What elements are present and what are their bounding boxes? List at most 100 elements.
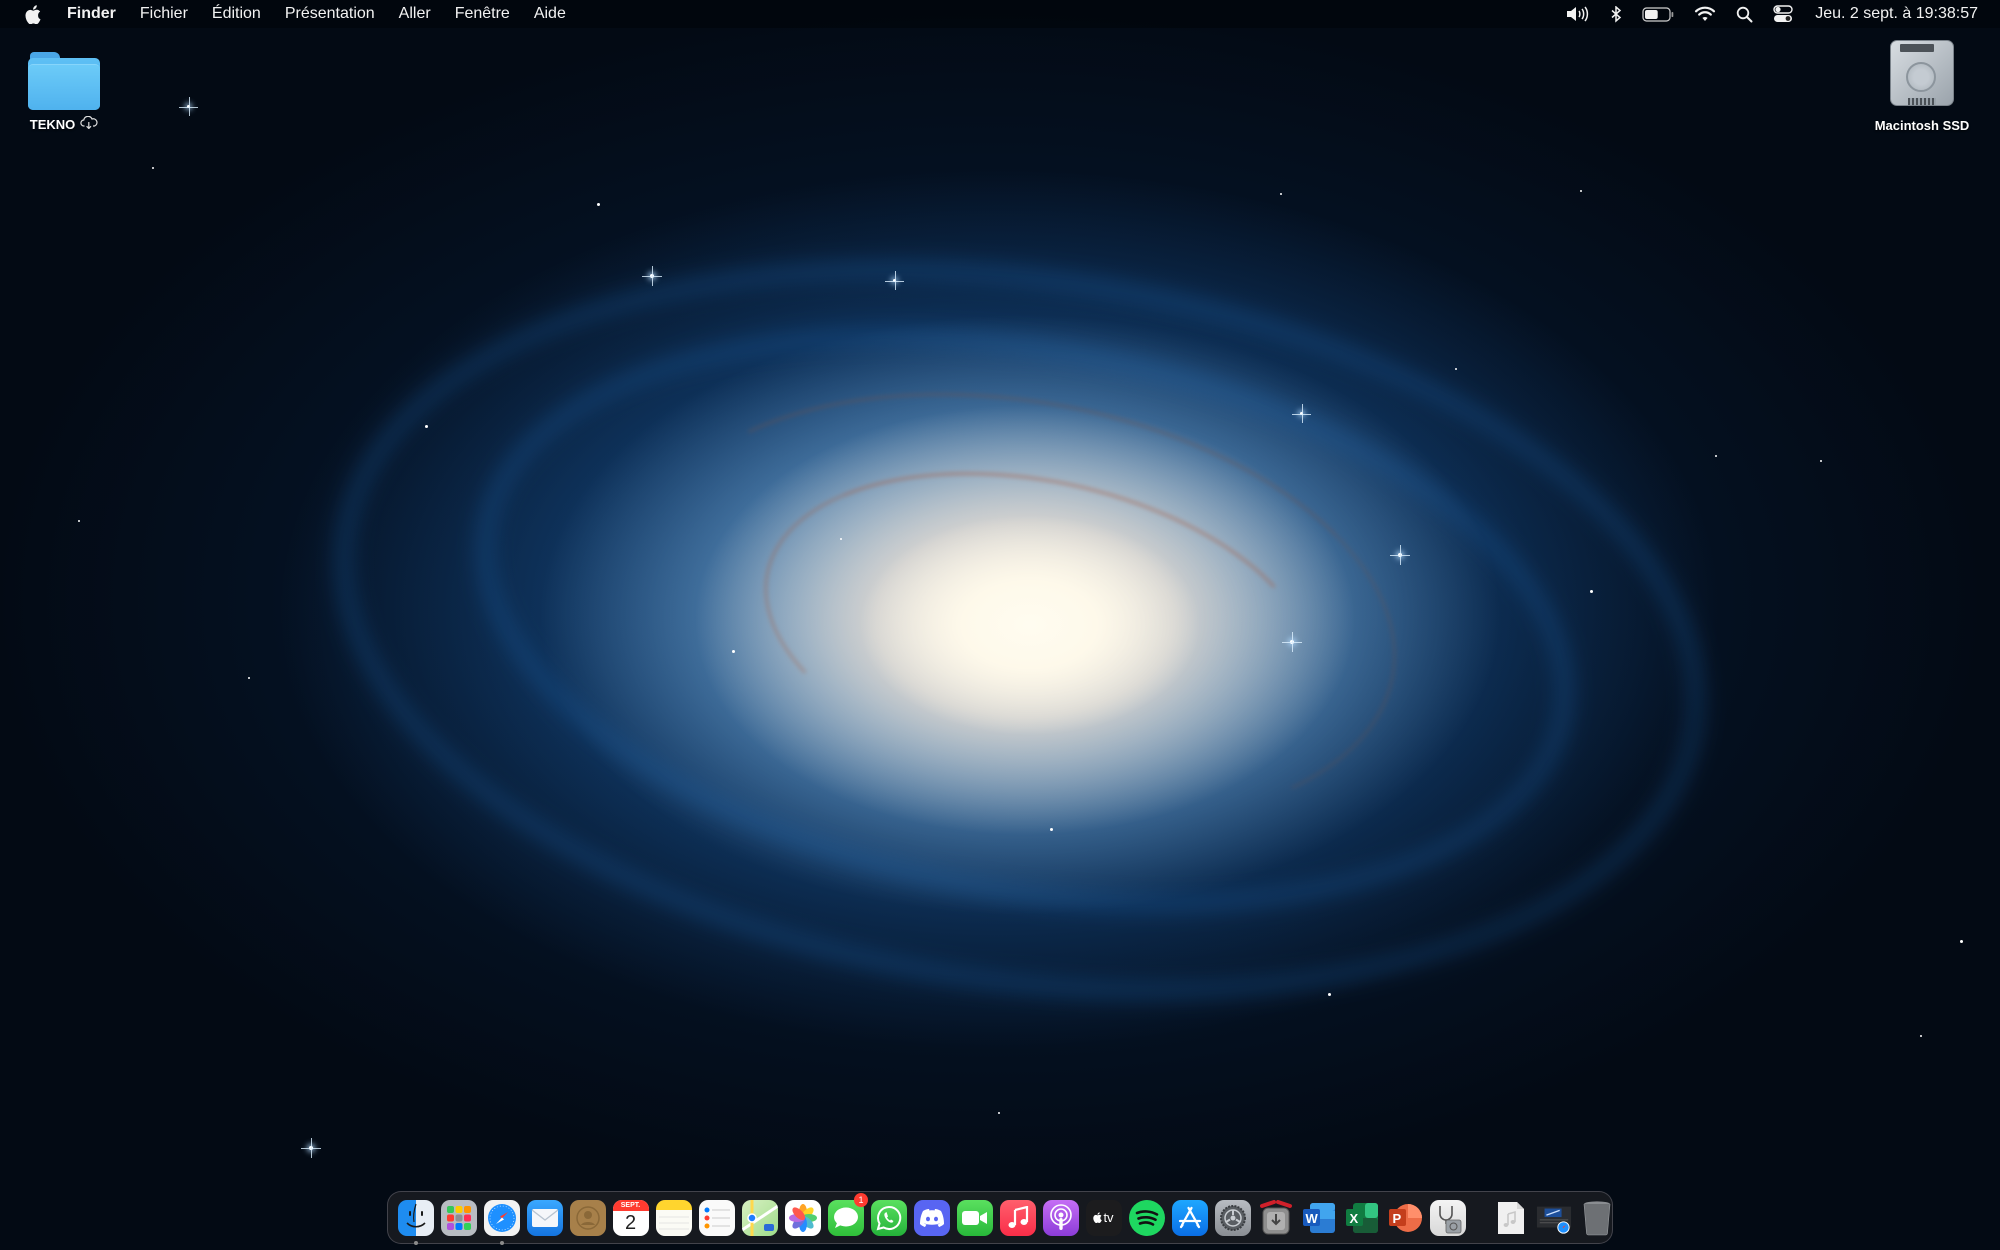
notes-icon bbox=[655, 1199, 692, 1236]
dock-item-maps[interactable] bbox=[738, 1196, 781, 1239]
dock-item-trash[interactable] bbox=[1575, 1196, 1618, 1239]
star bbox=[998, 1112, 1000, 1114]
star bbox=[1292, 404, 1311, 423]
star bbox=[732, 650, 735, 653]
star bbox=[597, 203, 600, 206]
dock-item-excel[interactable]: X bbox=[1340, 1196, 1383, 1239]
dock-item-apple-tv[interactable]: tv bbox=[1082, 1196, 1125, 1239]
desktop-folder-tekno[interactable]: TEKNO bbox=[26, 52, 102, 132]
menu-presentation[interactable]: Présentation bbox=[273, 0, 387, 28]
minimized-window-icon bbox=[1536, 1200, 1572, 1236]
calendar-icon: SEPT. 2 bbox=[612, 1199, 649, 1236]
photos-icon bbox=[784, 1199, 821, 1236]
facetime-icon bbox=[956, 1199, 993, 1236]
audio-file-icon bbox=[1493, 1200, 1529, 1236]
star bbox=[425, 425, 428, 428]
running-indicator bbox=[413, 1241, 418, 1245]
word-letter: W bbox=[1305, 1210, 1318, 1226]
star bbox=[179, 97, 198, 116]
desktop-wallpaper-galaxy bbox=[0, 0, 2000, 1250]
apple-tv-icon: tv bbox=[1085, 1199, 1122, 1236]
dock-item-word[interactable]: W bbox=[1297, 1196, 1340, 1239]
dock-item-transmission[interactable] bbox=[1254, 1196, 1297, 1239]
dock-item-app-store[interactable] bbox=[1168, 1196, 1211, 1239]
word-icon: W bbox=[1301, 1200, 1337, 1236]
dock-item-launchpad[interactable] bbox=[437, 1196, 480, 1239]
dock-item-reminders[interactable] bbox=[695, 1196, 738, 1239]
spotlight-search-icon[interactable] bbox=[1726, 0, 1763, 28]
dock-item-spotify[interactable] bbox=[1125, 1196, 1168, 1239]
star bbox=[301, 1138, 321, 1158]
dock-item-contacts[interactable] bbox=[566, 1196, 609, 1239]
star bbox=[642, 266, 662, 286]
bluetooth-icon[interactable] bbox=[1600, 0, 1632, 28]
mail-icon bbox=[526, 1199, 563, 1236]
spotify-icon bbox=[1128, 1199, 1165, 1236]
discord-icon bbox=[913, 1199, 950, 1236]
star bbox=[1282, 632, 1302, 652]
dock-item-calendar[interactable]: SEPT. 2 bbox=[609, 1196, 652, 1239]
dock-item-safari-window[interactable] bbox=[1532, 1196, 1575, 1239]
dock-item-photos[interactable] bbox=[781, 1196, 824, 1239]
desktop-drive-macintosh-ssd[interactable]: Macintosh SSD bbox=[1862, 40, 1982, 133]
hard-drive-icon bbox=[1888, 40, 1956, 112]
dock-item-disk-utility[interactable] bbox=[1426, 1196, 1469, 1239]
dock-item-powerpoint[interactable]: P bbox=[1383, 1196, 1426, 1239]
dock-item-notes[interactable] bbox=[652, 1196, 695, 1239]
dock-item-whatsapp[interactable] bbox=[867, 1196, 910, 1239]
trash-icon bbox=[1579, 1200, 1615, 1236]
powerpoint-letter: P bbox=[1392, 1210, 1402, 1226]
star bbox=[1715, 455, 1717, 457]
star bbox=[1960, 940, 1963, 943]
dock-item-discord[interactable] bbox=[910, 1196, 953, 1239]
star bbox=[1820, 460, 1822, 462]
system-preferences-icon bbox=[1214, 1199, 1251, 1236]
star bbox=[1920, 1035, 1922, 1037]
transmission-icon bbox=[1258, 1199, 1294, 1236]
menu-fenetre[interactable]: Fenêtre bbox=[443, 0, 522, 28]
music-icon bbox=[999, 1199, 1036, 1236]
menu-edition[interactable]: Édition bbox=[200, 0, 273, 28]
app-store-icon bbox=[1171, 1199, 1208, 1236]
dock-item-finder[interactable] bbox=[394, 1196, 437, 1245]
star bbox=[248, 677, 250, 679]
star bbox=[1050, 828, 1053, 831]
menu-aller[interactable]: Aller bbox=[387, 0, 443, 28]
volume-icon[interactable] bbox=[1556, 0, 1600, 28]
dock-item-music[interactable] bbox=[996, 1196, 1039, 1239]
star bbox=[1455, 368, 1457, 370]
disk-utility-icon bbox=[1429, 1199, 1466, 1236]
menu-app-finder[interactable]: Finder bbox=[65, 0, 128, 28]
menu-aide[interactable]: Aide bbox=[522, 0, 578, 28]
control-center-icon[interactable] bbox=[1763, 0, 1803, 28]
dock-item-audio-file[interactable] bbox=[1489, 1196, 1532, 1239]
dock-item-messages[interactable]: 1 bbox=[824, 1193, 868, 1239]
launchpad-icon bbox=[440, 1199, 477, 1236]
icloud-download-icon bbox=[80, 115, 98, 132]
folder-icon bbox=[28, 52, 100, 110]
excel-letter: X bbox=[1349, 1210, 1359, 1226]
dock-item-mail[interactable] bbox=[523, 1196, 566, 1239]
battery-icon[interactable] bbox=[1632, 0, 1684, 28]
dock-item-facetime[interactable] bbox=[953, 1196, 996, 1239]
star bbox=[78, 520, 80, 522]
dock-item-system-preferences[interactable] bbox=[1211, 1196, 1254, 1239]
menu-bar: Finder Fichier Édition Présentation Alle… bbox=[0, 0, 2000, 28]
calendar-month: SEPT. bbox=[612, 1199, 649, 1211]
star bbox=[1390, 545, 1410, 565]
reminders-icon bbox=[698, 1199, 735, 1236]
apple-logo-icon[interactable] bbox=[25, 4, 43, 24]
menu-bar-clock[interactable]: Jeu. 2 sept. à 19:38:57 bbox=[1803, 5, 1978, 23]
star bbox=[1580, 190, 1582, 192]
wifi-icon[interactable] bbox=[1684, 0, 1726, 28]
desktop-icon-label: Macintosh SSD bbox=[1874, 118, 1970, 133]
running-indicator bbox=[499, 1241, 504, 1245]
battery-level bbox=[1645, 9, 1658, 19]
dock-item-podcasts[interactable] bbox=[1039, 1196, 1082, 1239]
powerpoint-icon: P bbox=[1387, 1200, 1423, 1236]
star bbox=[1328, 993, 1331, 996]
dock-item-safari[interactable] bbox=[480, 1196, 523, 1245]
notification-badge: 1 bbox=[854, 1193, 868, 1207]
star bbox=[885, 271, 904, 290]
menu-fichier[interactable]: Fichier bbox=[128, 0, 200, 28]
